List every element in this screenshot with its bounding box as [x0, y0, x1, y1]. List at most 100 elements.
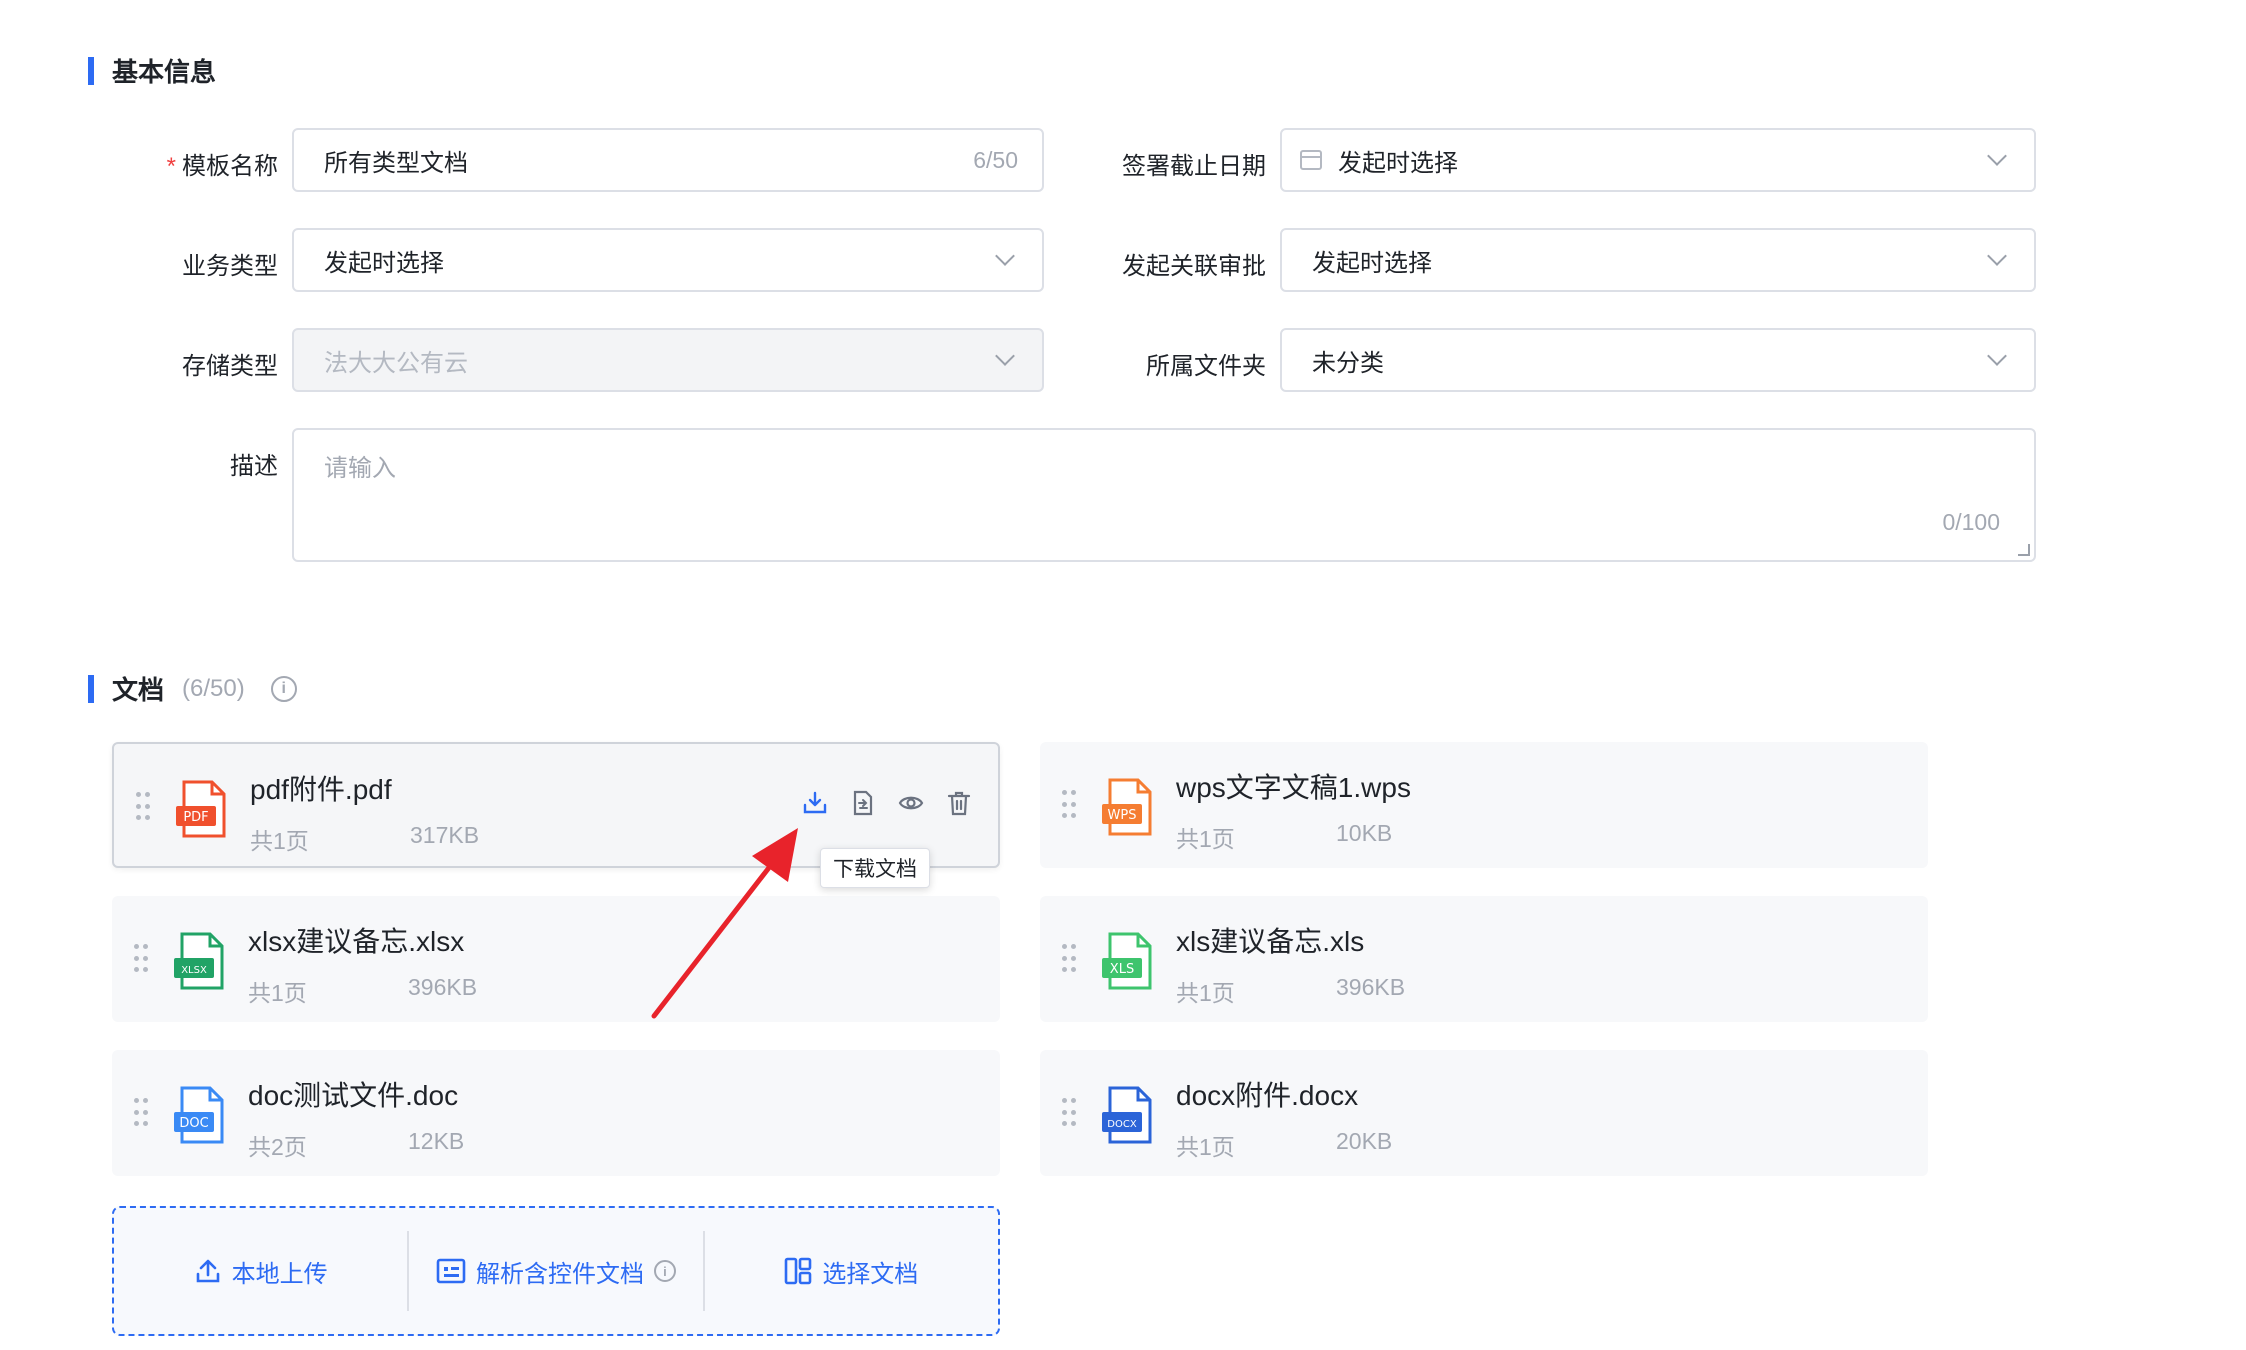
document-size: 12KB — [408, 1128, 465, 1154]
document-card[interactable]: XLS xls建议备忘.xls 共1页 396KB — [1040, 896, 1928, 1022]
description-counter: 0/100 — [1942, 509, 2000, 535]
drag-handle-icon[interactable] — [134, 1098, 148, 1128]
file-type-label: DOCX — [1107, 1119, 1137, 1130]
template-name-label: * 模板名称 — [78, 146, 278, 181]
document-actions — [802, 790, 972, 816]
business-type-select[interactable]: 发起时选择 — [292, 228, 1044, 292]
description-label: 描述 — [230, 453, 278, 480]
description-textarea[interactable]: 请输入 0/100 — [292, 428, 2036, 562]
chevron-down-icon — [995, 246, 1015, 266]
related-approval-select[interactable]: 发起时选择 — [1280, 228, 2036, 292]
document-name: doc测试文件.doc — [248, 1080, 459, 1111]
form-doc-icon — [436, 1258, 466, 1284]
document-pages: 共1页 — [250, 828, 309, 854]
document-size: 317KB — [410, 822, 480, 848]
delete-trash-icon[interactable] — [946, 790, 972, 816]
template-name-label-text: 模板名称 — [182, 153, 278, 180]
resize-handle[interactable] — [2018, 544, 2030, 556]
local-upload-button[interactable]: 本地上传 — [114, 1231, 407, 1311]
document-pages: 共1页 — [1176, 1134, 1235, 1160]
drag-handle-icon[interactable] — [1062, 1098, 1076, 1128]
document-name: xls建议备忘.xls — [1176, 926, 1365, 957]
business-type-label: 业务类型 — [182, 253, 278, 280]
document-name: xlsx建议备忘.xlsx — [248, 926, 465, 957]
info-icon[interactable]: i — [653, 1260, 676, 1282]
parse-controls-button[interactable]: 解析含控件文档 i — [409, 1231, 702, 1311]
section-accent-bar — [88, 56, 94, 85]
drag-handle-icon[interactable] — [1062, 944, 1076, 974]
related-approval-label: 发起关联审批 — [1122, 253, 1266, 280]
layout-icon — [785, 1257, 812, 1285]
parse-controls-label: 解析含控件文档 — [475, 1260, 644, 1288]
sign-deadline-value: 发起时选择 — [1338, 149, 1458, 177]
description-placeholder: 请输入 — [324, 455, 396, 482]
document-size: 10KB — [1336, 820, 1393, 846]
info-icon[interactable]: i — [270, 675, 297, 702]
calendar-icon — [1300, 150, 1322, 170]
document-size: 20KB — [1336, 1128, 1393, 1154]
file-type-label: PDF — [183, 810, 208, 825]
chevron-down-icon — [995, 346, 1015, 366]
local-upload-label: 本地上传 — [231, 1260, 328, 1288]
section-accent-bar — [88, 674, 94, 703]
template-name-input[interactable]: 所有类型文档 6/50 — [292, 128, 1044, 192]
file-type-label: XLSX — [181, 965, 207, 976]
storage-type-label: 存储类型 — [182, 353, 278, 380]
file-type-icon: DOCX — [1102, 1086, 1152, 1144]
document-name: docx附件.docx — [1176, 1080, 1359, 1111]
basic-info-title: 基本信息 — [112, 57, 217, 87]
storage-type-value: 法大大公有云 — [324, 349, 468, 377]
folder-label: 所属文件夹 — [1146, 353, 1266, 380]
document-pages: 共1页 — [248, 980, 307, 1006]
related-approval-value: 发起时选择 — [1312, 249, 1432, 277]
basic-info-section-title: 基本信息 — [88, 52, 216, 89]
documents-section-title: 文档 (6/50) i — [88, 670, 297, 707]
download-icon[interactable] — [802, 790, 828, 816]
document-size: 396KB — [408, 974, 478, 1000]
chevron-down-icon — [1987, 346, 2007, 366]
folder-select[interactable]: 未分类 — [1280, 328, 2036, 392]
documents-count: (6/50) — [182, 674, 245, 702]
drag-handle-icon[interactable] — [136, 792, 150, 822]
document-card[interactable]: XLSX xlsx建议备忘.xlsx 共1页 396KB — [112, 896, 1000, 1022]
template-name-value: 所有类型文档 — [324, 149, 468, 177]
file-type-icon: PDF — [176, 780, 226, 838]
file-type-icon: XLSX — [174, 932, 224, 990]
business-type-value: 发起时选择 — [324, 249, 444, 277]
template-page: 基本信息 * 模板名称 所有类型文档 6/50 签署截止日期 发起时选择 业务类型… — [0, 0, 2246, 1350]
document-pages: 共1页 — [1176, 980, 1235, 1006]
document-size: 396KB — [1336, 974, 1406, 1000]
download-tooltip: 下载文档 — [820, 848, 930, 888]
document-name: pdf附件.pdf — [250, 774, 392, 805]
upload-area: 本地上传 解析含控件文档 i 选择文档 — [112, 1206, 1000, 1336]
folder-value: 未分类 — [1312, 349, 1384, 377]
replace-file-icon[interactable] — [850, 790, 876, 816]
sign-deadline-label: 签署截止日期 — [1122, 153, 1266, 180]
file-type-icon: DOC — [174, 1086, 224, 1144]
document-pages: 共2页 — [248, 1134, 307, 1160]
document-pages: 共1页 — [1176, 826, 1235, 852]
document-card[interactable]: DOC doc测试文件.doc 共2页 12KB — [112, 1050, 1000, 1176]
documents-title: 文档 — [112, 675, 165, 705]
file-type-label: XLS — [1110, 962, 1134, 977]
file-type-icon: WPS — [1102, 778, 1152, 836]
drag-handle-icon[interactable] — [134, 944, 148, 974]
upload-icon — [196, 1259, 219, 1283]
document-card[interactable]: WPS wps文字文稿1.wps 共1页 10KB — [1040, 742, 1928, 868]
chevron-down-icon — [1987, 246, 2007, 266]
sign-deadline-select[interactable]: 发起时选择 — [1280, 128, 2036, 192]
file-type-label: DOC — [179, 1116, 208, 1131]
required-mark: * — [166, 153, 176, 180]
drag-handle-icon[interactable] — [1062, 790, 1076, 820]
select-document-label: 选择文档 — [822, 1260, 919, 1288]
preview-eye-icon[interactable] — [898, 790, 924, 816]
chevron-down-icon — [1987, 146, 2007, 166]
file-type-label: WPS — [1108, 808, 1137, 823]
select-document-button[interactable]: 选择文档 — [705, 1231, 998, 1311]
annotation-arrow — [651, 828, 798, 1019]
storage-type-select: 法大大公有云 — [292, 328, 1044, 392]
document-name: wps文字文稿1.wps — [1176, 772, 1411, 803]
template-name-counter: 6/50 — [973, 146, 1018, 173]
file-type-icon: XLS — [1102, 932, 1152, 990]
document-card[interactable]: DOCX docx附件.docx 共1页 20KB — [1040, 1050, 1928, 1176]
